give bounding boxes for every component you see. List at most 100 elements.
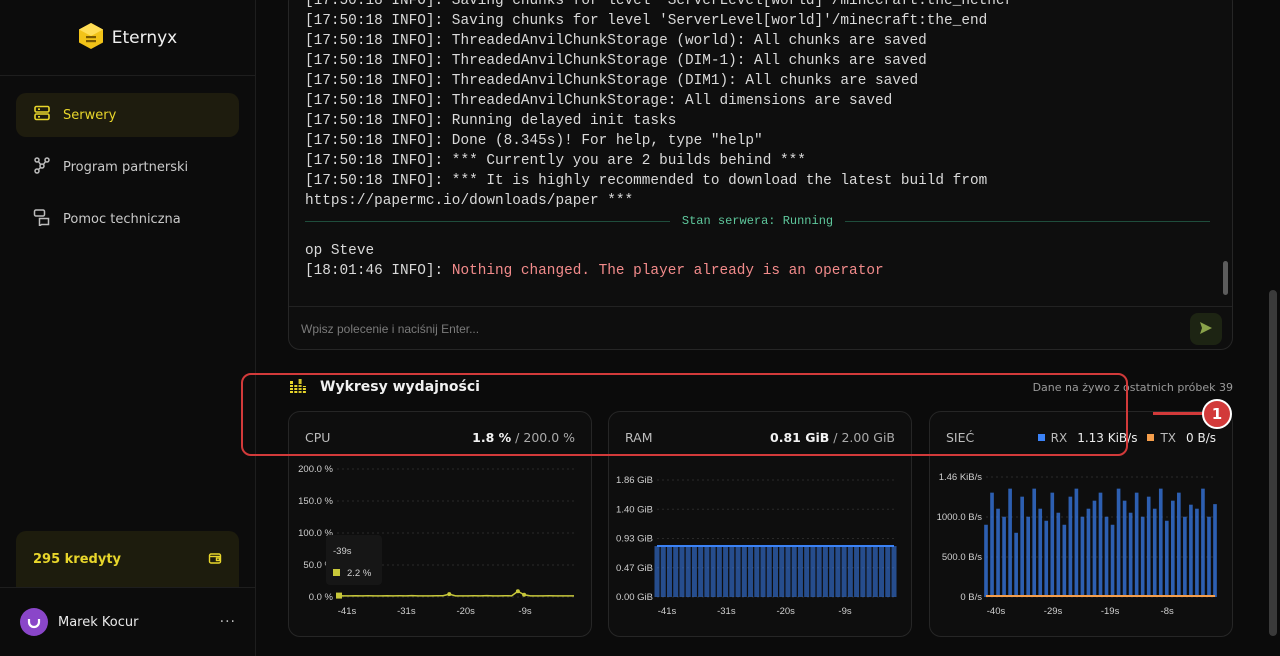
rx-bar — [1032, 488, 1037, 597]
server-console: [17:50:18 INFO]: Saving chunks for level… — [288, 0, 1233, 350]
log-line: [18:01:46 INFO]: Nothing changed. The pl… — [305, 261, 1210, 281]
legend-tx: TX 0 B/s — [1147, 431, 1216, 445]
ram-bar — [854, 546, 860, 597]
rx-bar — [1026, 516, 1031, 597]
chat-icon — [33, 208, 51, 230]
rx-bar — [1098, 492, 1103, 597]
x-tick-label: -31s — [397, 606, 416, 617]
rx-bar — [1092, 500, 1097, 597]
sidebar-item-servers[interactable]: Serwery — [16, 93, 239, 137]
cpu-data-point — [522, 592, 527, 597]
rx-bar — [1074, 488, 1079, 597]
rx-bar — [1134, 492, 1139, 597]
legend-tx-label: TX — [1160, 430, 1177, 445]
ram-bar — [816, 546, 822, 597]
rx-bar — [1110, 524, 1115, 597]
user-menu[interactable]: Marek Kocur ··· — [0, 587, 256, 656]
rx-bar — [1146, 496, 1151, 597]
y-tick-label: 0.0 % — [309, 592, 334, 603]
ram-bar — [860, 546, 866, 597]
y-tick-label: 0.00 GiB — [616, 592, 653, 603]
cpu-series-line — [336, 590, 574, 597]
ram-bar — [748, 546, 754, 597]
console-scrollbar[interactable] — [1223, 261, 1228, 295]
ram-chart[interactable]: 1.86 GiB 1.40 GiB 0.93 GiB 0.47 GiB 0.00 GiB… — [609, 452, 911, 636]
page-scrollbar[interactable] — [1266, 0, 1280, 656]
divider-rule — [305, 220, 670, 222]
brand-name: Eternyx — [111, 27, 178, 48]
sidebar: Eternyx Serwery Program partnerski Pomoc… — [0, 0, 256, 656]
y-tick-label: 0.47 GiB — [616, 563, 653, 574]
ram-bar — [660, 546, 666, 597]
y-tick-label: 0.93 GiB — [616, 534, 653, 545]
rx-bar — [1080, 516, 1085, 597]
ram-bar — [698, 546, 704, 597]
ram-bar — [654, 546, 660, 597]
rx-bar — [1038, 508, 1043, 597]
annotation-badge: 1 — [1202, 399, 1232, 429]
sidebar-item-partner-program[interactable]: Program partnerski — [16, 145, 239, 189]
cpu-chart[interactable]: 200.0 %150.0 %100.0 %50.0 %0.0 %-41s -31s… — [289, 452, 591, 636]
x-tick-label: -40s — [987, 606, 1006, 617]
ram-bar — [804, 546, 810, 597]
command-bar — [289, 306, 1232, 349]
user-name: Marek Kocur — [58, 614, 139, 630]
ram-bar — [716, 546, 722, 597]
command-input[interactable] — [301, 322, 1190, 336]
y-tick-label: 1000.0 B/s — [937, 512, 983, 523]
ram-bar — [797, 546, 803, 597]
rx-bar — [1056, 512, 1061, 597]
y-tick-label: 1.46 KiB/s — [939, 472, 983, 483]
sidebar-item-support[interactable]: Pomoc techniczna — [16, 197, 239, 241]
credits-panel[interactable]: 295 kredyty — [16, 531, 239, 587]
ram-bar — [791, 546, 797, 597]
rx-bar — [1062, 524, 1067, 597]
annotation-highlight — [241, 373, 1128, 456]
ram-bar — [741, 546, 747, 597]
ram-bar — [673, 546, 679, 597]
send-button[interactable] — [1190, 313, 1222, 345]
rx-bar — [1044, 520, 1049, 597]
rx-bar — [1164, 520, 1169, 597]
y-tick-label: 1.40 GiB — [616, 504, 653, 515]
log-line: [17:50:18 INFO]: ThreadedAnvilChunkStora… — [305, 93, 893, 109]
cube-logo-icon — [78, 22, 104, 54]
x-tick-label: -8s — [1161, 606, 1174, 617]
ram-bar — [766, 546, 772, 597]
ram-bar — [691, 546, 697, 597]
more-options-icon[interactable]: ··· — [220, 614, 236, 630]
ram-bar — [891, 546, 897, 597]
ram-bar — [760, 546, 766, 597]
cpu-tooltip-value: 2.2 % — [347, 568, 372, 579]
x-tick-label: -31s — [717, 606, 736, 617]
main-content: [17:50:18 INFO]: Saving chunks for level… — [256, 0, 1266, 656]
x-tick-label: -20s — [456, 606, 475, 617]
x-tick-label: -9s — [838, 606, 851, 617]
sidebar-item-label: Pomoc techniczna — [63, 211, 181, 227]
annotation-connector — [1153, 412, 1203, 415]
x-tick-label: -29s — [1044, 606, 1063, 617]
rx-bar — [1104, 516, 1109, 597]
wallet-icon — [208, 550, 222, 569]
page-scrollbar-thumb[interactable] — [1269, 290, 1277, 636]
ram-bar — [773, 546, 778, 597]
x-tick-label: -9s — [518, 606, 531, 617]
legend-swatch-tx — [1147, 434, 1155, 441]
rx-bar — [1207, 516, 1211, 597]
log-line: [17:50:18 INFO]: Running delayed init ta… — [305, 113, 677, 129]
app-root: Eternyx Serwery Program partnerski Pomoc… — [0, 0, 1280, 656]
brand[interactable]: Eternyx — [0, 0, 255, 76]
log-line: [17:50:18 INFO]: Saving chunks for level… — [305, 13, 988, 29]
rx-bar — [1122, 500, 1127, 597]
ram-bar — [841, 546, 847, 597]
network-chart[interactable]: 1.46 KiB/s 1000.0 B/s 500.0 B/s 0 B/s -40s -2… — [930, 452, 1232, 636]
y-tick-label: 0 B/s — [960, 592, 982, 603]
ram-bar — [754, 546, 760, 597]
console-log[interactable]: [17:50:18 INFO]: Saving chunks for level… — [305, 0, 1211, 281]
rx-bar — [1189, 504, 1193, 597]
log-line: [17:50:18 INFO]: Done (8.345s)! For help… — [305, 133, 763, 149]
rx-bar — [996, 508, 1000, 597]
x-tick-label: -41s — [658, 606, 677, 617]
ram-bar — [685, 546, 691, 597]
x-tick-label: -41s — [338, 606, 357, 617]
